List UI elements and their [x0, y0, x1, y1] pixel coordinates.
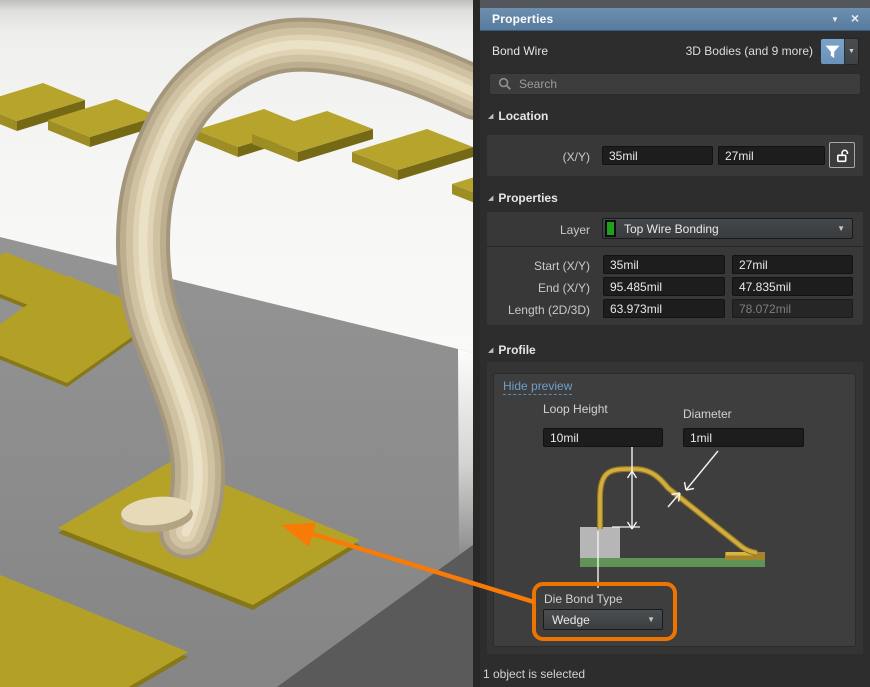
- section-header-properties[interactable]: ◢Properties: [488, 191, 558, 206]
- application-window: Properties ▼ × Bond Wire 3D Bodies (and …: [0, 0, 870, 687]
- status-bar-text: 1 object is selected: [483, 667, 585, 681]
- board-edge-backdrop: [458, 349, 473, 556]
- search-box: [489, 73, 861, 95]
- pcb-3d-viewport[interactable]: [0, 0, 480, 687]
- pcb-3d-render: [0, 0, 480, 687]
- length-label: Length (2D/3D): [480, 303, 590, 317]
- layer-select-value: Top Wire Bonding: [624, 222, 719, 236]
- panel-titlebar: Properties ▼ ×: [480, 8, 870, 31]
- caret-down-icon: ▼: [837, 224, 845, 233]
- caret-down-icon: ▼: [848, 48, 855, 55]
- object-type-label: Bond Wire: [492, 44, 548, 58]
- filter-options-button[interactable]: ▼: [845, 38, 859, 65]
- layer-color-chip: [605, 220, 616, 237]
- divider: [487, 246, 863, 247]
- length-3d-input: [732, 299, 853, 318]
- location-y-input[interactable]: [718, 146, 825, 165]
- location-lock-button[interactable]: [829, 142, 855, 168]
- length-2d-input[interactable]: [603, 299, 725, 318]
- layer-label: Layer: [480, 223, 590, 237]
- diameter-input[interactable]: [683, 428, 804, 447]
- end-x-input[interactable]: [603, 277, 725, 296]
- collapse-icon: ◢: [488, 194, 493, 202]
- end-y-input[interactable]: [732, 277, 853, 296]
- selection-scope-label: 3D Bodies (and 9 more): [686, 44, 813, 58]
- section-header-location[interactable]: ◢Location: [488, 109, 548, 124]
- layer-select[interactable]: Top Wire Bonding ▼: [602, 218, 853, 239]
- annotation-highlight-box: [532, 582, 677, 641]
- loop-height-label: Loop Height: [543, 402, 608, 416]
- search-icon: [498, 77, 512, 91]
- end-xy-label: End (X/Y): [480, 281, 590, 295]
- lock-open-icon: [835, 148, 850, 163]
- panel-close-icon[interactable]: ×: [846, 8, 864, 31]
- search-input[interactable]: [519, 77, 860, 91]
- collapse-icon: ◢: [488, 112, 493, 120]
- section-header-profile[interactable]: ◢Profile: [488, 343, 536, 358]
- panel-title: Properties: [492, 12, 553, 26]
- properties-panel: Properties ▼ × Bond Wire 3D Bodies (and …: [480, 0, 870, 687]
- collapse-icon: ◢: [488, 346, 493, 354]
- panel-top-strip: [480, 0, 870, 8]
- start-y-input[interactable]: [732, 255, 853, 274]
- loop-height-input[interactable]: [543, 428, 663, 447]
- filter-button[interactable]: [820, 38, 845, 65]
- xy-label: (X/Y): [480, 150, 590, 164]
- start-xy-label: Start (X/Y): [480, 259, 590, 273]
- location-x-input[interactable]: [602, 146, 713, 165]
- hide-preview-link[interactable]: Hide preview: [503, 379, 572, 395]
- diameter-label: Diameter: [683, 407, 732, 421]
- funnel-icon: [825, 45, 840, 59]
- panel-menu-caret-icon[interactable]: ▼: [826, 8, 844, 31]
- panel-splitter[interactable]: [473, 0, 480, 687]
- start-x-input[interactable]: [603, 255, 725, 274]
